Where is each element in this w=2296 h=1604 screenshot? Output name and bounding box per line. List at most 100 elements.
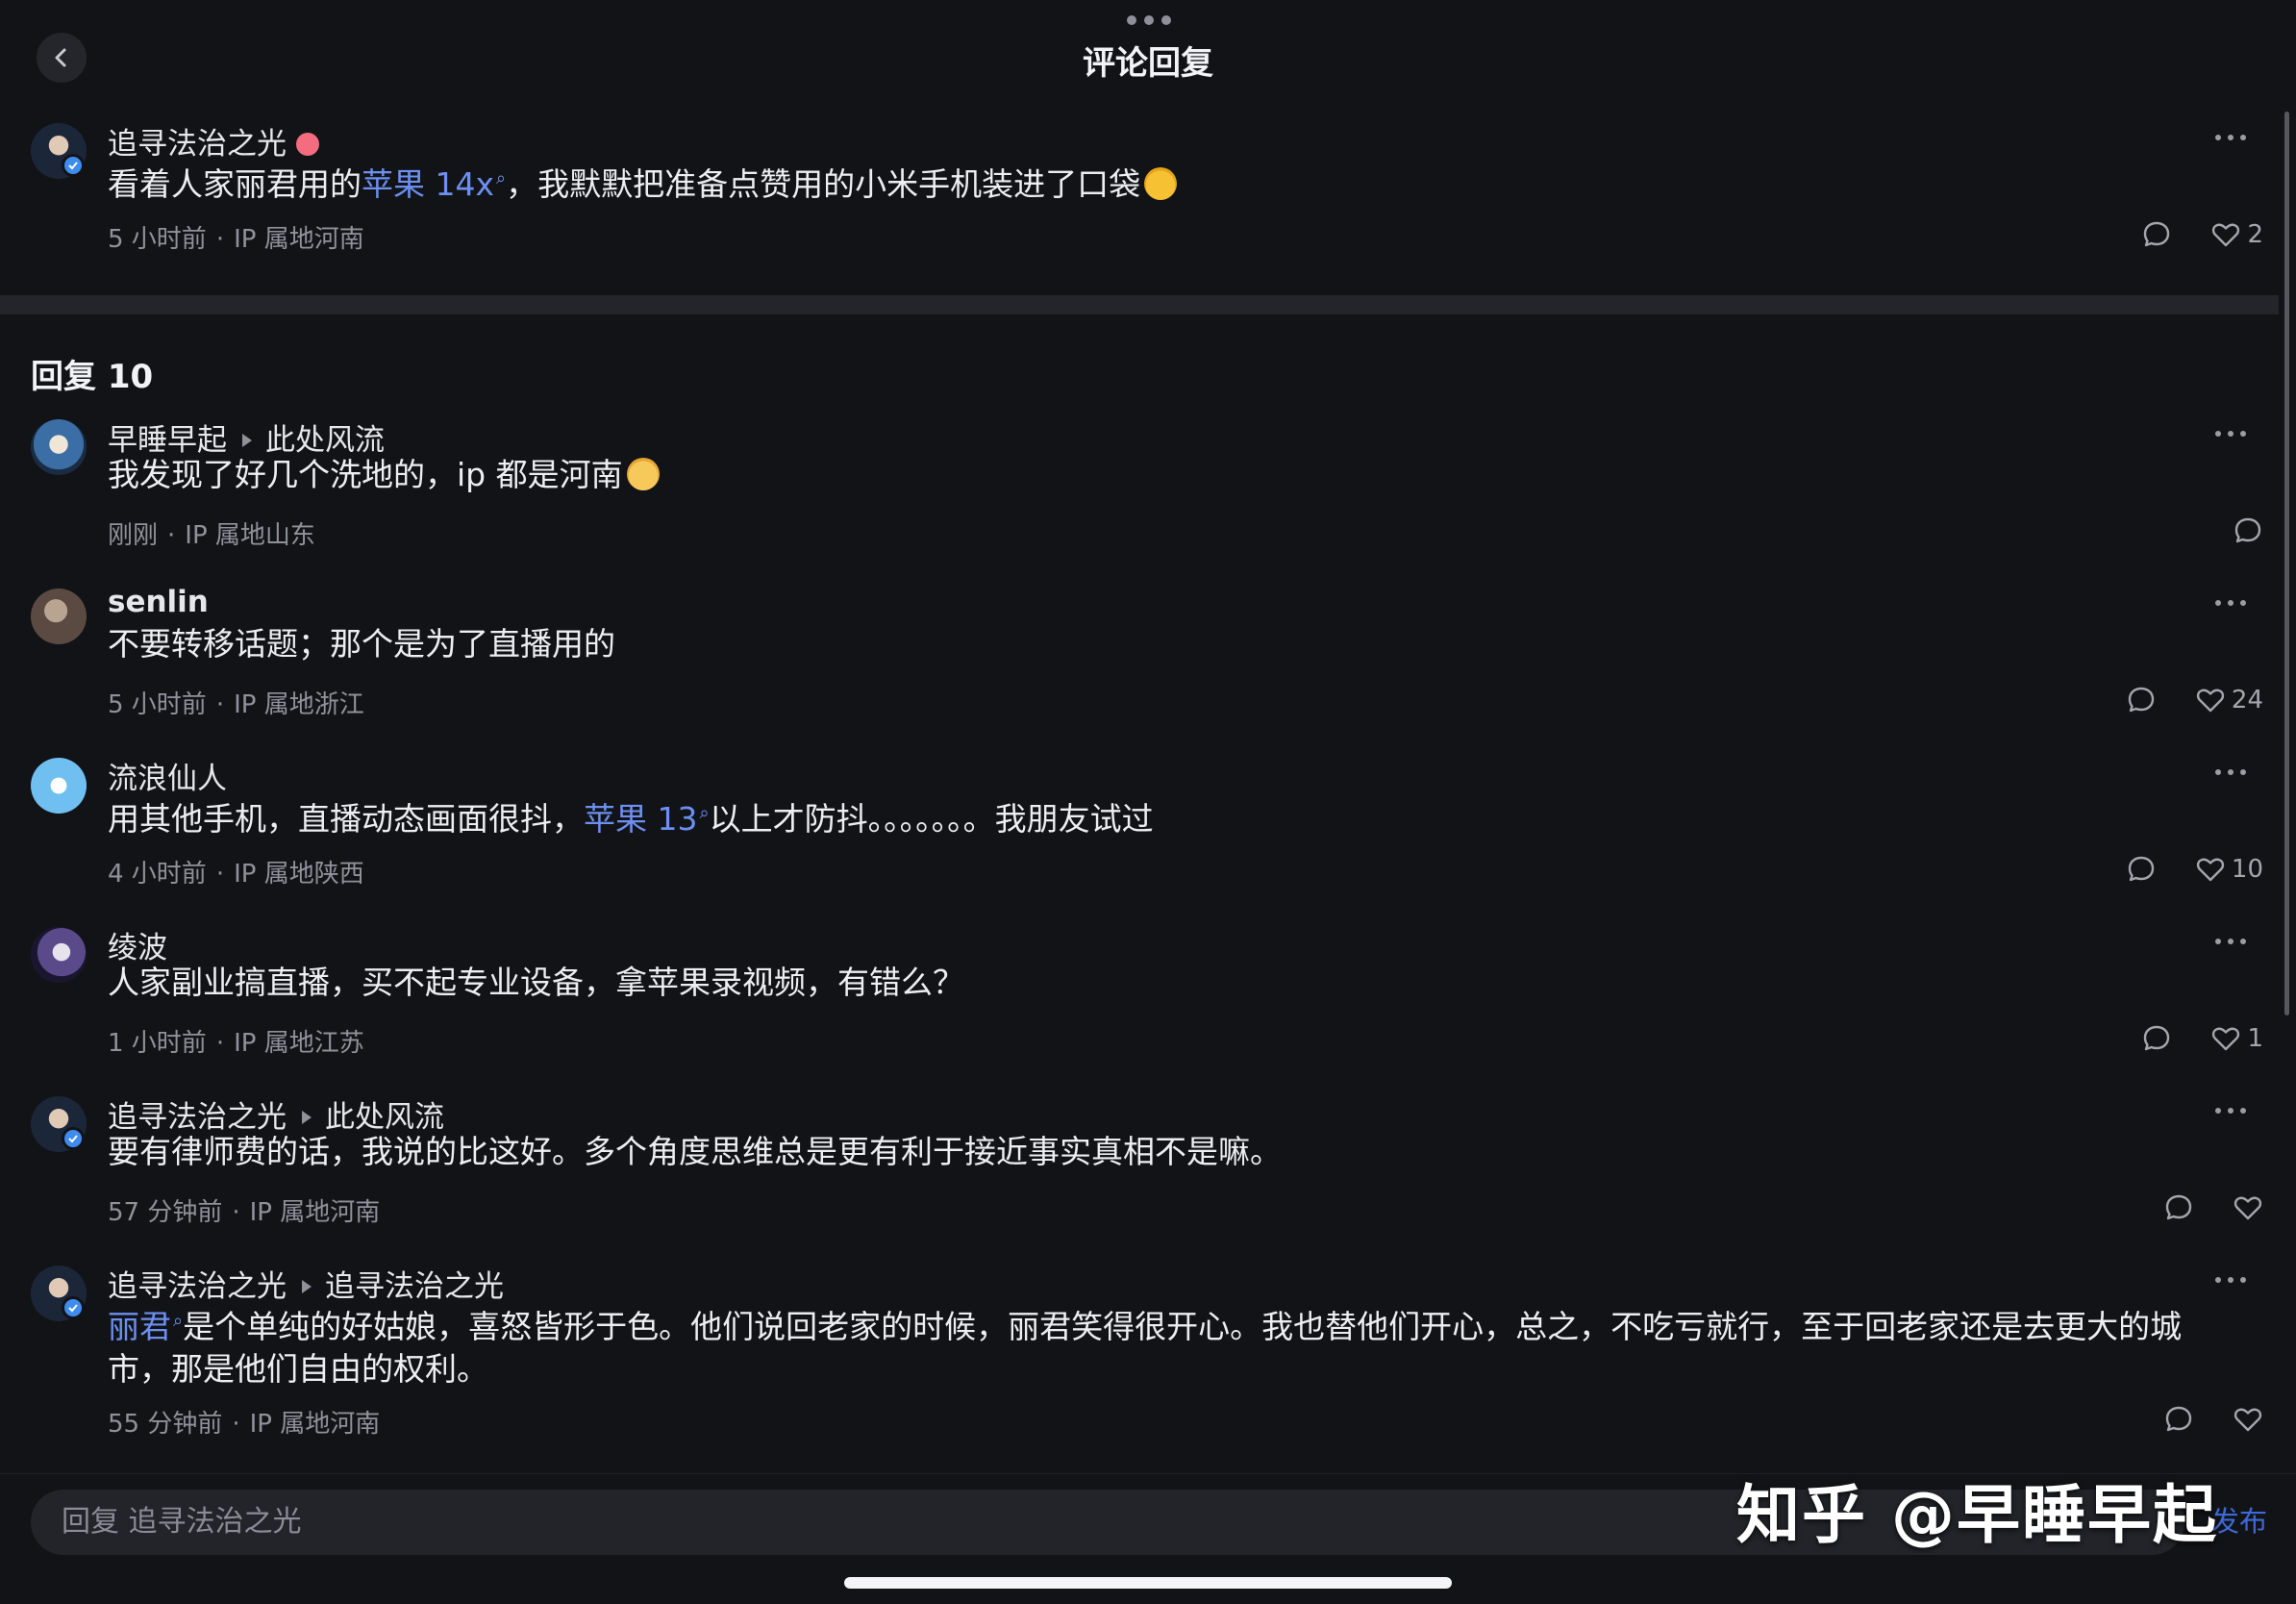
reply-arrow-icon — [242, 434, 252, 447]
timestamp: 刚刚 — [108, 521, 159, 550]
section-divider — [0, 295, 2279, 314]
more-button[interactable] — [2215, 1277, 2246, 1285]
comment-meta: 57 分钟前 · IP 属地河南 — [108, 1198, 381, 1227]
reply-button[interactable] — [2126, 685, 2157, 715]
more-button[interactable] — [2215, 135, 2246, 142]
timestamp: 4 小时前 — [108, 860, 207, 889]
comment-meta: 5 小时前 · IP 属地浙江 — [108, 690, 364, 719]
heart-outline-icon — [2234, 1196, 2262, 1220]
comment-meta: 55 分钟前 · IP 属地河南 — [108, 1410, 381, 1439]
comment-text: 人家副业搞直播，买不起专业设备，拿苹果录视频，有错么？ — [108, 964, 964, 1001]
top-bar: 评论回复 — [0, 0, 2296, 108]
comment-text: 看着人家丽君用的苹果 14x ⌕，我默默把准备点赞用的小米手机装进了口袋 — [108, 158, 2238, 206]
window-grabber-icon[interactable] — [1127, 15, 1171, 27]
author-line: 追寻法治之光 追寻法治之光 — [108, 1262, 504, 1305]
reply-target-name[interactable]: 追寻法治之光 — [325, 1269, 504, 1304]
comment-meta: 4 小时前 · IP 属地陕西 — [108, 860, 364, 889]
like-button[interactable]: 2 — [2210, 219, 2263, 250]
reply-button[interactable] — [2141, 1023, 2172, 1054]
comment-bubble-icon — [2165, 1194, 2192, 1220]
like-button[interactable]: 10 — [2195, 854, 2263, 885]
author-name[interactable]: 追寻法治之光 — [108, 1100, 287, 1135]
reply-count-heading: 回复 10 — [31, 358, 154, 396]
comment-actions: 1 — [2103, 1021, 2263, 1056]
ip-location: IP 属地浙江 — [234, 690, 364, 719]
comment-actions: 24 — [2087, 683, 2263, 717]
comment-text: 要有律师费的话，我说的比这好。多个角度思维总是更有利于接近事实真相不是嘛。 — [108, 1133, 1282, 1170]
like-button[interactable] — [2233, 1404, 2263, 1435]
reply-button[interactable] — [2163, 1404, 2194, 1435]
timestamp: 55 分钟前 — [108, 1410, 223, 1439]
timestamp: 5 小时前 — [108, 225, 207, 254]
reply-button[interactable] — [2126, 854, 2157, 885]
timestamp: 5 小时前 — [108, 690, 207, 719]
comment-bubble-icon — [2165, 1406, 2192, 1432]
author-line: senlin — [108, 585, 209, 619]
publish-button[interactable]: 发布 — [2211, 1499, 2267, 1540]
like-button[interactable]: 1 — [2210, 1023, 2263, 1054]
avatar[interactable] — [31, 589, 87, 644]
more-button[interactable] — [2215, 769, 2246, 777]
ip-location: IP 属地江苏 — [234, 1029, 364, 1058]
ip-location: IP 属地陕西 — [234, 860, 364, 889]
verified-badge-icon — [62, 1296, 85, 1319]
search-mark-icon: ⌕ — [699, 803, 710, 823]
avatar[interactable] — [31, 927, 87, 983]
like-count: 1 — [2247, 1024, 2263, 1053]
comment-text: 我发现了好几个洗地的，ip 都是河南 — [108, 454, 2238, 496]
search-link[interactable]: 丽君 — [108, 1308, 171, 1345]
reply-button[interactable] — [2233, 515, 2263, 546]
reply-button[interactable] — [2141, 219, 2172, 250]
author-name[interactable]: 绫波 — [108, 931, 167, 965]
like-button[interactable]: 24 — [2195, 685, 2263, 715]
verified-badge-icon — [62, 154, 85, 177]
author-name[interactable]: 追寻法治之光 — [108, 1269, 287, 1304]
reply-target-name[interactable]: 此处风流 — [265, 423, 385, 458]
author-line: 流浪仙人 — [108, 754, 227, 797]
heart-outline-icon — [2234, 1408, 2262, 1432]
ip-location: IP 属地河南 — [234, 225, 364, 254]
comment-actions — [2194, 514, 2263, 548]
cat-face-emoji-icon — [626, 457, 660, 490]
author-line: 早睡早起 此处风流 — [108, 415, 385, 459]
like-button[interactable] — [2233, 1192, 2263, 1223]
like-count: 10 — [2231, 855, 2263, 884]
like-count: 24 — [2231, 686, 2263, 714]
comment-actions — [2125, 1402, 2263, 1437]
reply-target-name[interactable]: 此处风流 — [325, 1100, 444, 1135]
laugh-cry-emoji-icon — [1144, 166, 1178, 200]
reply-button[interactable] — [2163, 1192, 2194, 1223]
author-line: 绫波 — [108, 923, 167, 966]
scrollbar[interactable] — [2284, 112, 2289, 1015]
comment-actions: 10 — [2087, 852, 2263, 887]
author-name[interactable]: 早睡早起 — [108, 423, 227, 458]
creator-badge-icon — [296, 132, 319, 156]
heart-outline-icon — [2196, 858, 2225, 882]
search-mark-icon: ⌕ — [173, 1311, 184, 1331]
author-name[interactable]: 追寻法治之光 — [108, 127, 287, 162]
page-title: 评论回复 — [1083, 44, 1213, 83]
more-button[interactable] — [2215, 939, 2246, 946]
timestamp: 1 小时前 — [108, 1029, 207, 1058]
comment-text: 用其他手机，直播动态画面很抖，苹果 13 ⌕以上才防抖。。。。。。。我朋友试过 — [108, 800, 1154, 838]
more-button[interactable] — [2215, 600, 2246, 608]
heart-outline-icon — [2212, 223, 2240, 247]
comment-actions: 2 — [2103, 217, 2263, 252]
avatar[interactable] — [31, 419, 87, 475]
search-link[interactable]: 苹果 14x — [362, 165, 494, 203]
home-indicator[interactable] — [844, 1577, 1452, 1589]
search-link[interactable]: 苹果 13 — [584, 800, 697, 838]
more-button[interactable] — [2215, 1108, 2246, 1115]
avatar[interactable] — [31, 758, 87, 814]
more-button[interactable] — [2215, 431, 2246, 439]
reply-arrow-icon — [302, 1280, 312, 1293]
comment-actions — [2125, 1190, 2263, 1225]
search-mark-icon: ⌕ — [496, 168, 507, 188]
author-name[interactable]: senlin — [108, 585, 209, 619]
comment-text: 丽君 ⌕是个单纯的好姑娘，喜怒皆形于色。他们说回老家的时候，丽君笑得很开心。我也替… — [108, 1308, 2183, 1388]
author-line: 追寻法治之光 — [108, 119, 319, 163]
ip-location: IP 属地河南 — [249, 1410, 381, 1439]
author-name[interactable]: 流浪仙人 — [108, 762, 227, 796]
comment-bubble-icon — [2128, 687, 2155, 713]
comment-bubble-icon — [2128, 856, 2155, 882]
